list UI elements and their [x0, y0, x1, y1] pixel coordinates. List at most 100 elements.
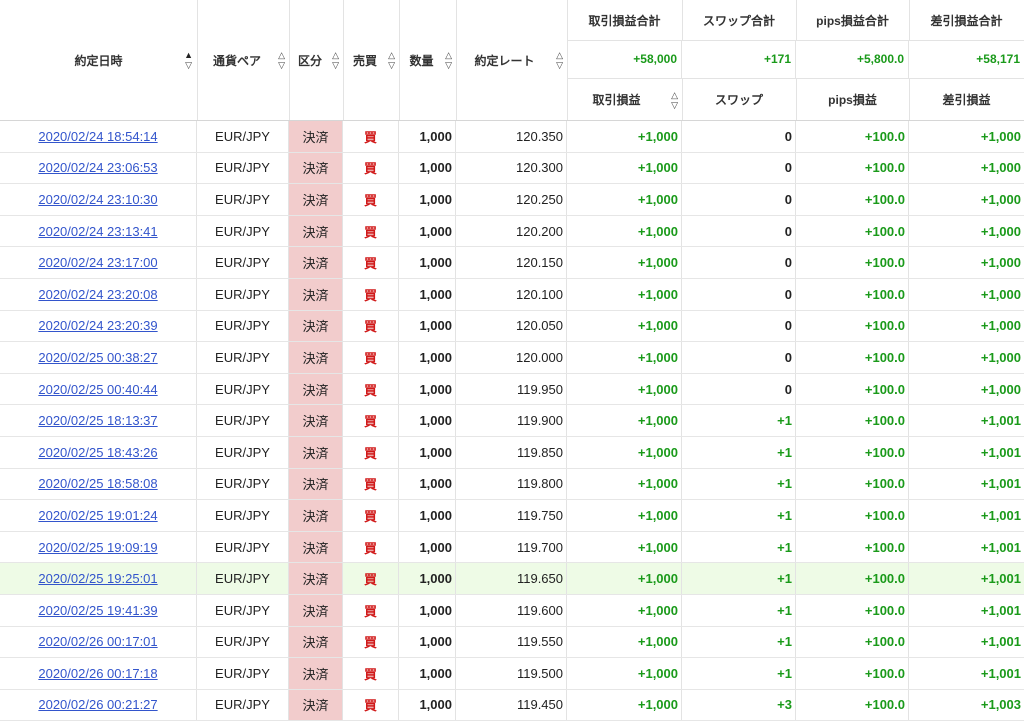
- cell-pair: EUR/JPY: [197, 626, 289, 658]
- cell-side: 買: [343, 658, 399, 689]
- sort-toggle[interactable]: △ ▽: [445, 50, 452, 70]
- col-header-label: 売買: [352, 53, 377, 68]
- trade-datetime-link[interactable]: 2020/02/26 00:17:01: [38, 634, 157, 649]
- col-header-datetime[interactable]: 約定日時 ▲ ▽: [0, 0, 198, 120]
- cell-net: +1,001: [909, 627, 1024, 658]
- cell-net: +1,001: [909, 405, 1024, 436]
- table-row[interactable]: 2020/02/25 18:43:26 EUR/JPY 決済 買 1,000 119.85…: [0, 436, 1024, 469]
- swap-value: 0: [784, 349, 792, 365]
- swap-value: 0: [784, 381, 792, 397]
- table-row[interactable]: 2020/02/24 23:06:53 EUR/JPY 決済 買 1,000 120.30…: [0, 152, 1024, 185]
- trade-datetime-link[interactable]: 2020/02/25 19:41:39: [38, 603, 157, 618]
- table-row[interactable]: 2020/02/25 00:40:44 EUR/JPY 決済 買 1,000 119.95…: [0, 373, 1024, 406]
- pips-pl: +100.0: [864, 665, 905, 681]
- sort-toggle[interactable]: △ ▽: [388, 50, 395, 70]
- trade-datetime-link[interactable]: 2020/02/25 19:25:01: [38, 571, 157, 586]
- col-header-kubun[interactable]: 区分 △ ▽: [289, 0, 344, 120]
- cell-qty: 1,000: [399, 247, 456, 278]
- table-row[interactable]: 2020/02/24 23:13:41 EUR/JPY 決済 買 1,000 120.20…: [0, 215, 1024, 248]
- cell-qty: 1,000: [399, 594, 456, 626]
- currency-pair: EUR/JPY: [215, 697, 270, 713]
- col-header-side[interactable]: 売買 △ ▽: [343, 0, 400, 120]
- table-row[interactable]: 2020/02/25 19:01:24 EUR/JPY 決済 買 1,000 119.75…: [0, 500, 1024, 532]
- sort-asc-icon: △: [332, 50, 339, 60]
- col-header-label: 通貨ペア: [212, 53, 261, 68]
- table-row[interactable]: 2020/02/25 18:58:08 EUR/JPY 決済 買 1,000 119.80…: [0, 468, 1024, 501]
- sort-toggle[interactable]: △ ▽: [556, 50, 563, 70]
- col-header-trade-pl[interactable]: 取引損益 △ ▽: [567, 79, 683, 120]
- trade-datetime-link[interactable]: 2020/02/24 23:20:39: [38, 318, 157, 333]
- trade-datetime-link[interactable]: 2020/02/25 18:58:08: [38, 476, 157, 491]
- table-row[interactable]: 2020/02/26 00:17:18 EUR/JPY 決済 買 1,000 119.50…: [0, 658, 1024, 690]
- table-row[interactable]: 2020/02/24 18:54:14 EUR/JPY 決済 買 1,000 120.35…: [0, 121, 1024, 153]
- col-header-rate[interactable]: 約定レート △ ▽: [456, 0, 568, 120]
- table-row[interactable]: 2020/02/25 19:25:01 EUR/JPY 決済 買 1,000 119.65…: [0, 563, 1024, 595]
- trade-datetime-link[interactable]: 2020/02/24 23:20:08: [38, 287, 157, 302]
- net-pl: +1,000: [980, 318, 1021, 334]
- cell-rate: 120.100: [456, 278, 567, 310]
- trade-datetime-link[interactable]: 2020/02/25 18:43:26: [38, 445, 157, 460]
- table-row[interactable]: 2020/02/24 23:20:08 EUR/JPY 決済 買 1,000 120.10…: [0, 278, 1024, 311]
- table-row[interactable]: 2020/02/24 23:17:00 EUR/JPY 決済 買 1,000 120.15…: [0, 247, 1024, 279]
- trade-pl: +1,000: [637, 318, 678, 334]
- cell-swap: 0: [682, 278, 796, 310]
- cell-side: 買: [343, 121, 399, 152]
- trade-datetime-link[interactable]: 2020/02/24 23:17:00: [38, 255, 157, 270]
- trade-datetime-link[interactable]: 2020/02/24 23:06:53: [38, 160, 157, 175]
- cell-side: 買: [343, 436, 399, 468]
- net-pl: +1,000: [980, 349, 1021, 365]
- cell-trade_pl: +1,000: [567, 121, 682, 152]
- rate: 119.750: [516, 507, 563, 523]
- cell-pips: +100.0: [796, 152, 909, 184]
- net-pl: +1,001: [980, 539, 1021, 555]
- trade-datetime-link[interactable]: 2020/02/25 00:38:27: [38, 350, 157, 365]
- sort-toggle[interactable]: △ ▽: [278, 50, 285, 70]
- cell-pips: +100.0: [796, 658, 909, 689]
- pips-pl: +100.0: [864, 191, 905, 207]
- trade-datetime-link[interactable]: 2020/02/25 00:40:44: [38, 382, 157, 397]
- cell-rate: 119.650: [456, 563, 567, 594]
- cell-pair: EUR/JPY: [197, 594, 289, 626]
- table-row[interactable]: 2020/02/26 00:17:01 EUR/JPY 決済 買 1,000 119.55…: [0, 626, 1024, 659]
- currency-pair: EUR/JPY: [215, 413, 270, 429]
- side-label: 買: [363, 382, 377, 398]
- kubun-badge: 決済: [302, 508, 329, 524]
- currency-pair: EUR/JPY: [215, 602, 270, 618]
- cell-net: +1,000: [909, 153, 1024, 184]
- trade-datetime-link[interactable]: 2020/02/24 23:10:30: [38, 192, 157, 207]
- table-row[interactable]: 2020/02/25 18:13:37 EUR/JPY 決済 買 1,000 119.90…: [0, 405, 1024, 437]
- quantity: 1,000: [419, 255, 452, 271]
- trade-datetime-link[interactable]: 2020/02/25 19:09:19: [38, 540, 157, 555]
- cell-trade_pl: +1,000: [567, 342, 682, 373]
- col-header-pair[interactable]: 通貨ペア △ ▽: [197, 0, 290, 120]
- table-row[interactable]: 2020/02/25 00:38:27 EUR/JPY 決済 買 1,000 120.00…: [0, 342, 1024, 374]
- cell-pips: +100.0: [796, 278, 909, 310]
- table-row[interactable]: 2020/02/25 19:41:39 EUR/JPY 決済 買 1,000 119.60…: [0, 594, 1024, 627]
- cell-qty: 1,000: [399, 468, 456, 500]
- trade-datetime-link[interactable]: 2020/02/26 00:21:27: [38, 697, 157, 712]
- trade-pl: +1,000: [637, 476, 678, 492]
- currency-pair: EUR/JPY: [215, 381, 270, 397]
- sum-label-trade-pl: 取引損益合計: [567, 0, 683, 41]
- sort-toggle[interactable]: ▲ ▽: [184, 50, 193, 70]
- table-row[interactable]: 2020/02/26 00:21:27 EUR/JPY 決済 買 1,000 119.45…: [0, 689, 1024, 721]
- quantity: 1,000: [419, 665, 452, 681]
- sort-toggle[interactable]: △ ▽: [671, 90, 678, 110]
- cell-swap: +1: [682, 405, 796, 436]
- trade-datetime-link[interactable]: 2020/02/25 19:01:24: [38, 508, 157, 523]
- trade-datetime-link[interactable]: 2020/02/24 18:54:14: [38, 129, 157, 144]
- cell-net: +1,001: [909, 563, 1024, 594]
- currency-pair: EUR/JPY: [215, 539, 270, 555]
- col-header-qty[interactable]: 数量 △ ▽: [399, 0, 457, 120]
- table-row[interactable]: 2020/02/24 23:20:39 EUR/JPY 決済 買 1,000 120.05…: [0, 310, 1024, 343]
- kubun-badge: 決済: [302, 287, 329, 303]
- table-row[interactable]: 2020/02/24 23:10:30 EUR/JPY 決済 買 1,000 120.25…: [0, 184, 1024, 216]
- rate: 119.550: [516, 634, 563, 650]
- trade-datetime-link[interactable]: 2020/02/26 00:17:18: [38, 666, 157, 681]
- trade-datetime-link[interactable]: 2020/02/25 18:13:37: [38, 413, 157, 428]
- kubun-badge: 決済: [302, 192, 329, 208]
- trade-datetime-link[interactable]: 2020/02/24 23:13:41: [38, 224, 157, 239]
- table-row[interactable]: 2020/02/25 19:09:19 EUR/JPY 決済 買 1,000 119.70…: [0, 531, 1024, 564]
- cell-datetime: 2020/02/26 00:17:01: [0, 626, 197, 658]
- sort-toggle[interactable]: △ ▽: [332, 50, 339, 70]
